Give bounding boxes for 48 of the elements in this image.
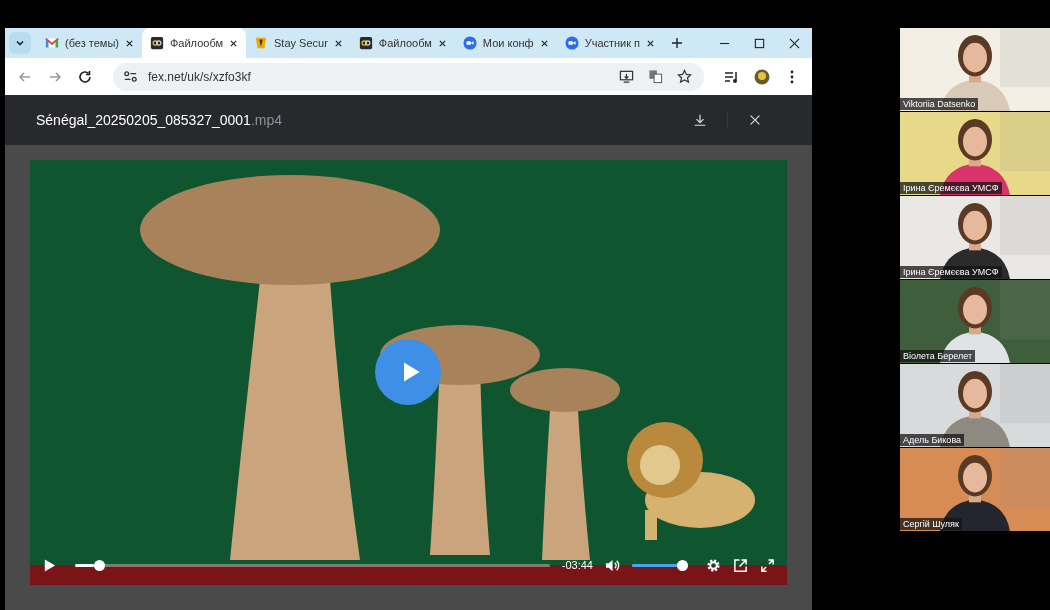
time-remaining: -03:44 [561,559,593,571]
close-icon[interactable] [789,37,800,49]
participant-name: Viktoriia Datsenko [900,98,979,110]
url-text: fex.net/uk/s/xzfo3kf [148,69,251,84]
star-icon[interactable] [677,69,692,84]
site-settings-icon[interactable] [123,69,138,84]
volume-slider[interactable] [632,559,688,571]
volume-icon[interactable] [605,557,620,573]
close-icon[interactable] [125,38,134,48]
close-icon[interactable] [229,38,238,48]
participant-name: Віолета Берелет [900,350,975,362]
mail-icon [45,36,59,50]
profile-icon[interactable] [754,68,770,85]
video-call-icon [462,36,477,50]
file-name: Sénégal_20250205_085327_0001.mp4 [36,112,283,128]
close-icon[interactable] [333,38,343,48]
install-icon[interactable] [619,69,634,84]
app-icon [150,36,164,50]
maximize-icon[interactable] [754,37,765,49]
participant-name: Сергій Шуляк [900,518,962,530]
play-icon[interactable] [42,557,57,573]
video-call-icon [564,36,579,50]
browser-tab[interactable]: Файлообм [142,28,246,58]
address-bar[interactable]: fex.net/uk/s/xzfo3kf [113,62,704,91]
browser-tab[interactable]: Stay Secur [246,28,351,58]
participant-name: Ірина Єремєєва УМСФ [900,266,1002,278]
new-tab-icon[interactable] [671,37,684,49]
seek-bar[interactable] [75,559,550,571]
close-icon[interactable] [539,38,549,48]
translate-icon[interactable] [648,69,663,84]
chevron-down-icon [15,38,25,48]
download-icon[interactable] [693,113,707,127]
app-icon [358,36,373,50]
participant-name: Адель Бикова [900,434,965,446]
close-icon[interactable] [646,38,656,48]
participant-name: Ірина Єремєєва УМСФ [900,182,1002,194]
browser-tab[interactable]: (без темы) [37,28,142,58]
fullscreen-icon[interactable] [760,557,775,573]
reload-icon[interactable] [77,68,93,85]
browser-tab[interactable]: Участник п [556,28,664,58]
tab-search-button[interactable] [9,32,31,54]
settings-icon[interactable] [706,557,721,573]
close-icon[interactable] [748,113,762,127]
browser-tab[interactable]: Файлообм [350,28,455,58]
close-icon[interactable] [437,38,447,48]
browser-tab[interactable]: Мои конф [454,28,557,58]
popout-icon[interactable] [733,557,748,573]
shield-icon [254,36,268,50]
